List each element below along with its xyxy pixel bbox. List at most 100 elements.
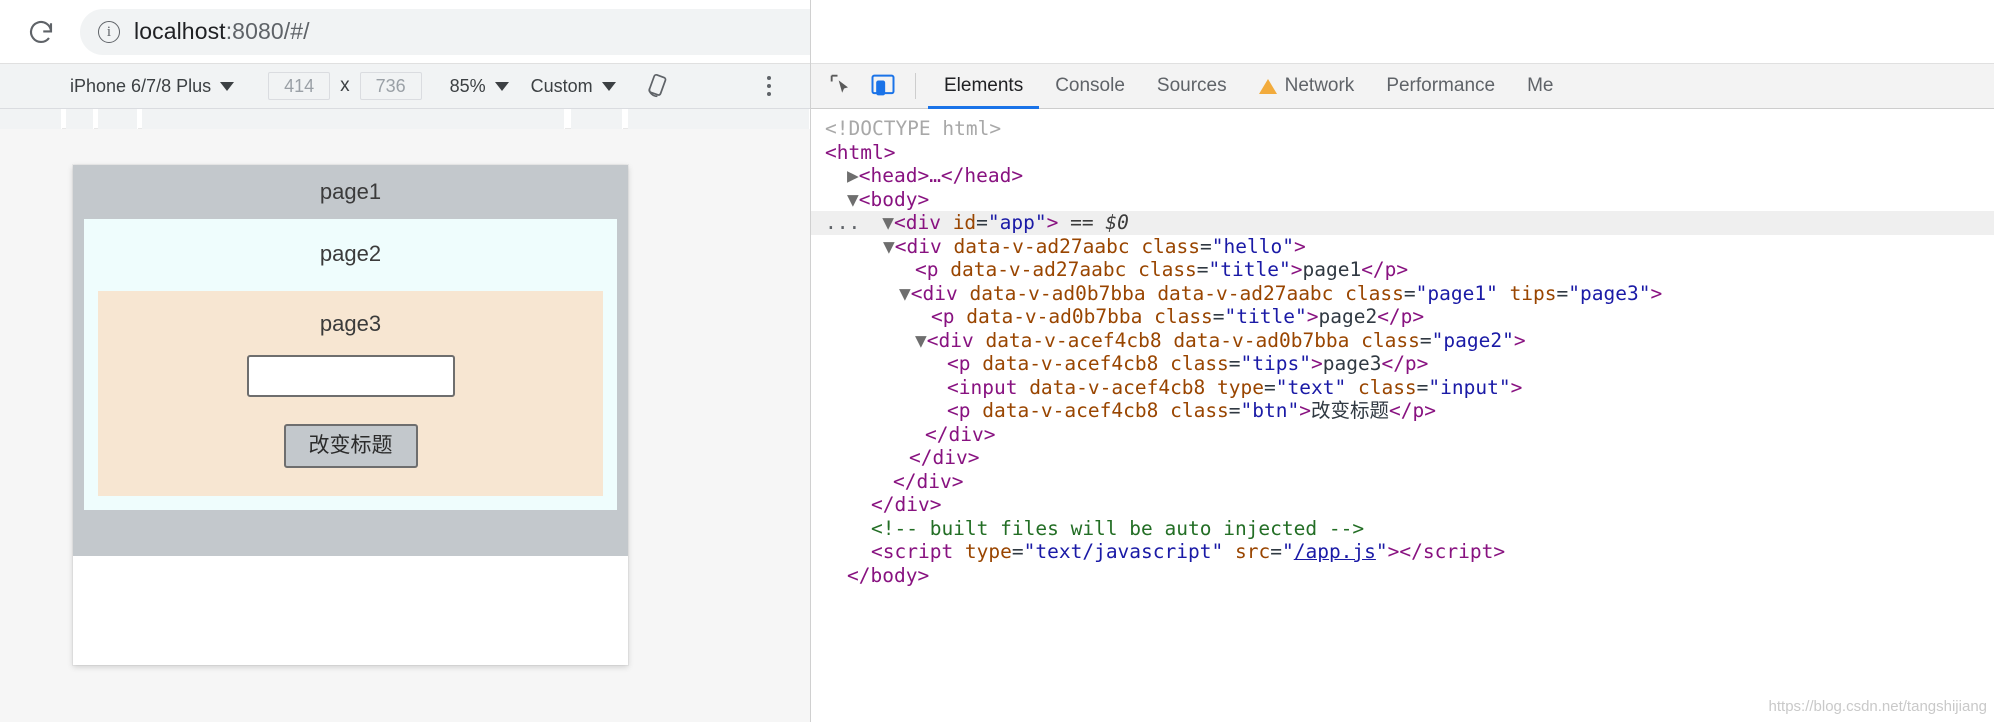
dot bbox=[767, 76, 771, 80]
tab-label: Me bbox=[1527, 75, 1553, 97]
code-line[interactable]: <p data-v-ad27aabc class="title">page1</… bbox=[811, 258, 1994, 282]
tab-label: Elements bbox=[944, 75, 1023, 97]
scroll-ellipsis: ... bbox=[811, 211, 860, 234]
ruler-segment bbox=[0, 109, 62, 129]
code-line[interactable]: <p data-v-ad0b7bba class="title">page2</… bbox=[811, 305, 1994, 329]
url-host: localhost bbox=[134, 18, 226, 44]
app-div-tag: <div bbox=[894, 211, 953, 234]
html-open-tag: <html> bbox=[825, 141, 895, 164]
dot bbox=[767, 92, 771, 96]
page1-container: page2 page3 改变标题 bbox=[84, 219, 617, 510]
app-id-attr: id bbox=[953, 211, 976, 234]
collapse-arrow-icon[interactable]: ▼ bbox=[883, 235, 895, 258]
viewport-width-input[interactable]: 414 bbox=[268, 72, 330, 100]
tab-console[interactable]: Console bbox=[1039, 63, 1141, 109]
collapse-arrow-icon[interactable]: ▼ bbox=[915, 329, 927, 352]
code-line[interactable]: <!DOCTYPE html> bbox=[811, 117, 1994, 141]
tab-label: Network bbox=[1285, 75, 1355, 97]
viewport-height-input[interactable]: 736 bbox=[360, 72, 422, 100]
page1-title-text: page2 bbox=[1318, 305, 1377, 328]
toggle-device-toolbar-icon bbox=[869, 71, 897, 99]
page1-title: page2 bbox=[98, 241, 603, 267]
code-line[interactable]: <!-- built files will be auto injected -… bbox=[811, 517, 1994, 541]
body-close-tag: </body> bbox=[847, 564, 929, 587]
device-screen: page1 page2 page3 改变标题 bbox=[73, 165, 628, 665]
page2-container: page3 改变标题 bbox=[98, 291, 603, 496]
devtools-tool-icons bbox=[811, 71, 928, 101]
site-info-icon[interactable]: i bbox=[98, 21, 120, 43]
ruler-segment bbox=[142, 109, 565, 129]
inspect-element-button[interactable] bbox=[827, 71, 857, 101]
url-text: localhost:8080/#/ bbox=[134, 18, 310, 45]
page2-tips: page3 bbox=[112, 311, 589, 337]
code-line[interactable]: </body> bbox=[811, 564, 1994, 588]
code-line[interactable]: </div> bbox=[811, 493, 1994, 517]
device-more-options-button[interactable] bbox=[756, 73, 782, 99]
btn-text: 改变标题 bbox=[1311, 399, 1389, 422]
viewport-ruler bbox=[0, 109, 810, 129]
tab-memory[interactable]: Me bbox=[1511, 63, 1569, 109]
build-comment: <!-- built files will be auto injected -… bbox=[871, 517, 1364, 540]
selected-node-marker: == $0 bbox=[1058, 211, 1128, 234]
hello-scope-attr: data-v-ad27aabc bbox=[953, 235, 1129, 258]
chevron-down-icon bbox=[495, 82, 509, 91]
collapse-arrow-icon[interactable]: ▼ bbox=[860, 211, 894, 234]
ruler-segment bbox=[571, 109, 623, 129]
device-selector-label: iPhone 6/7/8 Plus bbox=[70, 76, 211, 97]
code-line[interactable]: <input data-v-acef4cb8 type="text" class… bbox=[811, 376, 1994, 400]
devtools-panel: Elements Console Sources Network Perform… bbox=[810, 0, 1994, 722]
screenshot-root: i localhost:8080/#/ iPhone 6/7/8 Plus 41… bbox=[0, 0, 1994, 722]
code-line[interactable]: <p data-v-acef4cb8 class="btn">改变标题</p> bbox=[811, 399, 1994, 423]
hello-title-text: page1 bbox=[1302, 258, 1361, 281]
tab-performance[interactable]: Performance bbox=[1370, 63, 1511, 109]
code-line[interactable]: ▼<div data-v-ad0b7bba data-v-ad27aabc cl… bbox=[811, 282, 1994, 306]
app-id-value: "app" bbox=[988, 211, 1047, 234]
toggle-device-toolbar-button[interactable] bbox=[869, 71, 899, 101]
code-line[interactable]: </div> bbox=[811, 446, 1994, 470]
code-line[interactable]: <p data-v-acef4cb8 class="tips">page3</p… bbox=[811, 352, 1994, 376]
url-path: :8080/#/ bbox=[226, 18, 310, 44]
code-line[interactable]: <script type="text/javascript" src="/app… bbox=[811, 540, 1994, 564]
chevron-down-icon bbox=[220, 82, 234, 91]
reload-icon bbox=[26, 17, 56, 47]
hello-container: page1 page2 page3 改变标题 bbox=[73, 165, 628, 556]
tab-elements[interactable]: Elements bbox=[928, 63, 1039, 109]
tab-label: Sources bbox=[1157, 75, 1227, 97]
code-line[interactable]: ▼<div data-v-acef4cb8 data-v-ad0b7bba cl… bbox=[811, 329, 1994, 353]
code-line[interactable]: ▼<body> bbox=[811, 188, 1994, 212]
rotate-device-icon bbox=[646, 73, 672, 99]
watermark-text: https://blog.csdn.net/tangshijiang bbox=[1769, 695, 1987, 719]
throttling-selector[interactable]: Custom bbox=[531, 76, 616, 97]
code-line[interactable]: ▶<head>…</head> bbox=[811, 164, 1994, 188]
reload-button[interactable] bbox=[18, 9, 64, 55]
page2-tips-text: page3 bbox=[1323, 352, 1382, 375]
expand-arrow-icon[interactable]: ▶ bbox=[847, 164, 859, 187]
script-src-link[interactable]: /app.js bbox=[1294, 540, 1376, 563]
size-separator: x bbox=[340, 75, 350, 97]
tab-network[interactable]: Network bbox=[1243, 63, 1371, 109]
dom-tree[interactable]: <!DOCTYPE html> <html> ▶<head>…</head> ▼… bbox=[811, 109, 1994, 722]
chevron-down-icon bbox=[602, 82, 616, 91]
code-line[interactable]: ▼<div data-v-ad27aabc class="hello"> bbox=[811, 235, 1994, 259]
code-line[interactable]: </div> bbox=[811, 423, 1994, 447]
collapse-arrow-icon[interactable]: ▼ bbox=[847, 188, 859, 211]
warning-icon bbox=[1259, 79, 1277, 94]
ruler-segment bbox=[628, 109, 810, 129]
ruler-segment bbox=[98, 109, 138, 129]
collapse-arrow-icon[interactable]: ▼ bbox=[899, 282, 911, 305]
device-selector[interactable]: iPhone 6/7/8 Plus bbox=[70, 76, 234, 97]
toolbar-divider bbox=[915, 73, 916, 99]
change-title-button[interactable]: 改变标题 bbox=[284, 424, 418, 468]
rotate-device-button[interactable] bbox=[646, 73, 672, 99]
code-line[interactable]: <html> bbox=[811, 141, 1994, 165]
devtools-tabbar: Elements Console Sources Network Perform… bbox=[811, 63, 1994, 109]
tab-sources[interactable]: Sources bbox=[1141, 63, 1243, 109]
hello-title: page1 bbox=[84, 179, 617, 205]
doctype-text: <!DOCTYPE html> bbox=[825, 117, 1001, 140]
tips-attr: tips bbox=[1510, 282, 1557, 305]
zoom-selector[interactable]: 85% bbox=[450, 76, 509, 97]
code-line[interactable]: </div> bbox=[811, 470, 1994, 494]
title-input[interactable] bbox=[247, 355, 455, 397]
code-line-selected[interactable]: ...▼<div id="app"> == $0 bbox=[811, 211, 1994, 235]
zoom-selector-label: 85% bbox=[450, 76, 486, 97]
